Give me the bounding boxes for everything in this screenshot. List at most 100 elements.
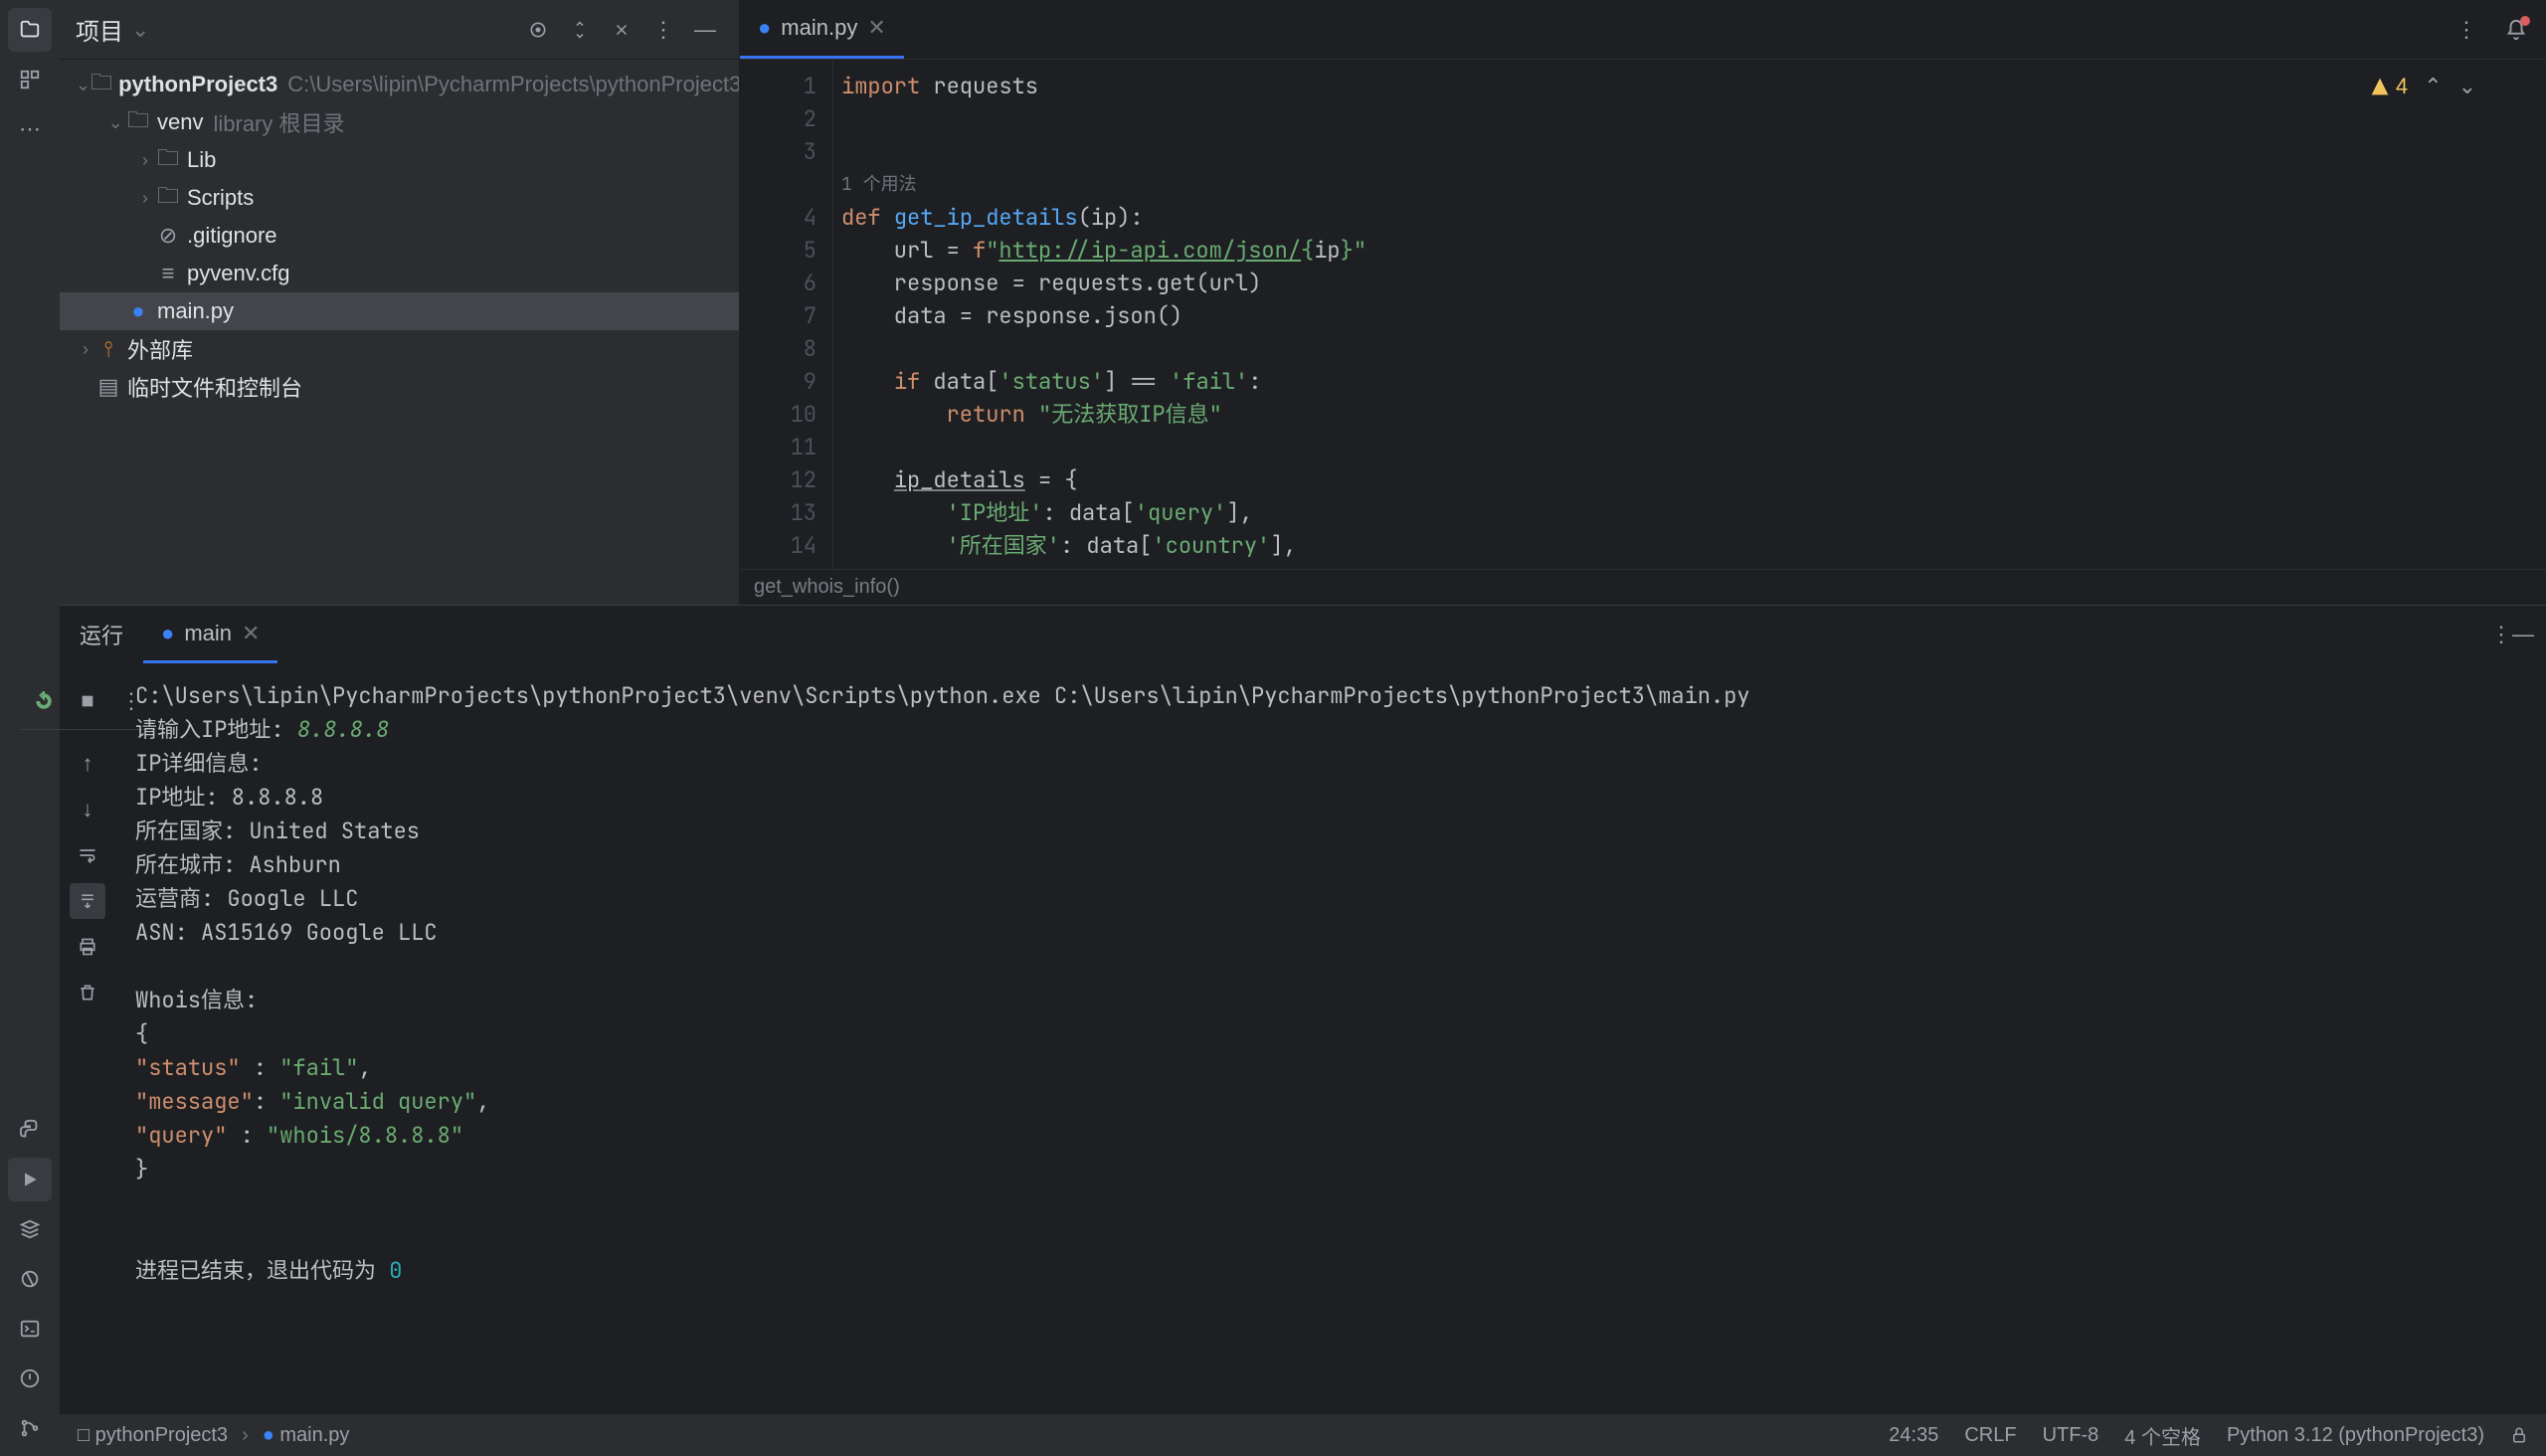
project-panel-header: 项目 ⌄ ⋮ — bbox=[60, 0, 739, 60]
editor-tab-label: main.py bbox=[781, 15, 857, 41]
editor-tabs: ● main.py ✕ ⋮ bbox=[740, 0, 2546, 60]
status-position[interactable]: 24:35 bbox=[1889, 1424, 1938, 1447]
expand-all-icon[interactable] bbox=[562, 12, 598, 48]
chevron-down-icon[interactable]: ⌄ bbox=[131, 17, 149, 43]
status-file[interactable]: ● main.py bbox=[263, 1424, 350, 1447]
nav-down-icon[interactable]: ⌄ bbox=[2458, 74, 2476, 99]
lock-icon[interactable] bbox=[2510, 1426, 2528, 1444]
up-icon[interactable]: ↑ bbox=[70, 746, 105, 782]
editor-more-icon[interactable]: ⋮ bbox=[2449, 12, 2484, 48]
soft-wrap-icon[interactable] bbox=[70, 837, 105, 873]
tree-root-path: C:\Users\lipin\PycharmProjects\pythonPro… bbox=[287, 72, 739, 97]
file-icon: ⊘ bbox=[155, 223, 181, 249]
status-eol[interactable]: CRLF bbox=[1964, 1424, 2016, 1447]
console-line: 运营商: Google LLC bbox=[135, 882, 2526, 916]
run-toolbar: ⋮ ↑ ↓ bbox=[60, 663, 115, 1414]
tree-mainpy[interactable]: ● main.py bbox=[60, 292, 739, 330]
run-tab-label: main bbox=[184, 621, 232, 646]
notifications-icon[interactable] bbox=[2498, 12, 2534, 48]
tree-external[interactable]: › ⫯ 外部库 bbox=[60, 330, 739, 368]
scroll-to-end-icon[interactable] bbox=[70, 883, 105, 919]
debug-button[interactable] bbox=[8, 1257, 52, 1301]
run-panel-tabs: 运行 ● main ✕ ⋮ — bbox=[60, 606, 2546, 663]
editor-breadcrumb[interactable]: get_whois_info() bbox=[740, 569, 2546, 605]
tree-gitignore[interactable]: ⊘ .gitignore bbox=[60, 217, 739, 255]
more-tool-button[interactable]: ⋯ bbox=[8, 107, 52, 151]
status-indent[interactable]: 4 个空格 bbox=[2124, 1421, 2201, 1450]
console-line: 进程已结束，退出代码为 0 bbox=[135, 1254, 2526, 1288]
problems-button[interactable] bbox=[8, 1357, 52, 1400]
file-icon: ≡ bbox=[155, 261, 181, 286]
vcs-button[interactable] bbox=[8, 1406, 52, 1450]
warning-icon: 4 bbox=[2370, 74, 2408, 99]
editor-gutter: 123 4567 891011 121314 bbox=[740, 60, 833, 569]
tree-root-label: pythonProject3 bbox=[118, 72, 277, 97]
status-project[interactable]: □ pythonProject3 bbox=[78, 1424, 228, 1447]
console-line: Whois信息: bbox=[135, 984, 2526, 1017]
tree-item-label: Lib bbox=[187, 147, 216, 173]
console-line: IP地址: 8.8.8.8 bbox=[135, 781, 2526, 815]
run-panel-title: 运行 bbox=[60, 619, 143, 650]
console-output[interactable]: C:\Users\lipin\PycharmProjects\pythonPro… bbox=[115, 663, 2546, 1414]
scratch-icon: ▤ bbox=[95, 374, 121, 400]
tree-root[interactable]: ⌄ 🗀 pythonProject3 C:\Users\lipin\Pychar… bbox=[60, 66, 739, 103]
code-area[interactable]: import requests 1 个用法 def get_ip_details… bbox=[833, 60, 2546, 569]
down-icon[interactable]: ↓ bbox=[70, 792, 105, 827]
inspection-badge[interactable]: 4 ⌃ ⌄ bbox=[2370, 74, 2476, 99]
terminal-button[interactable] bbox=[8, 1307, 52, 1351]
console-line: } bbox=[135, 1153, 2526, 1186]
project-panel: 项目 ⌄ ⋮ — ⌄ bbox=[60, 0, 740, 605]
folder-icon: 🗀 bbox=[125, 103, 151, 141]
console-line: C:\Users\lipin\PycharmProjects\pythonPro… bbox=[135, 679, 2526, 713]
nav-up-icon[interactable]: ⌃ bbox=[2424, 74, 2442, 99]
python-file-icon: ● bbox=[758, 15, 771, 41]
library-icon: ⫯ bbox=[95, 336, 121, 362]
tree-lib[interactable]: › 🗀 Lib bbox=[60, 141, 739, 179]
status-interpreter[interactable]: Python 3.12 (pythonProject3) bbox=[2227, 1424, 2484, 1447]
console-line: "query" : "whois/8.8.8.8" bbox=[135, 1119, 2526, 1153]
structure-tool-button[interactable] bbox=[8, 58, 52, 101]
run-panel-minimize-icon[interactable]: — bbox=[2512, 622, 2534, 647]
console-line: 所在国家: United States bbox=[135, 815, 2526, 848]
editor-tab-main[interactable]: ● main.py ✕ bbox=[740, 0, 904, 59]
run-tool-button[interactable] bbox=[8, 1158, 52, 1201]
minimize-panel-icon[interactable]: — bbox=[687, 12, 723, 48]
python-console-button[interactable] bbox=[8, 1108, 52, 1152]
tree-item-hint: library 根目录 bbox=[213, 106, 344, 138]
services-button[interactable] bbox=[8, 1207, 52, 1251]
status-encoding[interactable]: UTF-8 bbox=[2043, 1424, 2099, 1447]
console-line: 所在城市: Ashburn bbox=[135, 848, 2526, 882]
status-bar: □ pythonProject3 › ● main.py 24:35 CRLF … bbox=[60, 1414, 2546, 1456]
delete-icon[interactable] bbox=[70, 975, 105, 1010]
usage-hint: 1 个用法 bbox=[841, 168, 2546, 201]
tree-pyvenv[interactable]: ≡ pyvenv.cfg bbox=[60, 255, 739, 292]
editor-area: ● main.py ✕ ⋮ 123 bbox=[740, 0, 2546, 605]
tree-scratch[interactable]: ▤ 临时文件和控制台 bbox=[60, 368, 739, 406]
folder-icon: 🗀 bbox=[155, 179, 181, 217]
project-panel-title: 项目 bbox=[76, 12, 123, 47]
folder-icon: 🗀 bbox=[91, 66, 112, 103]
project-tree[interactable]: ⌄ 🗀 pythonProject3 C:\Users\lipin\Pychar… bbox=[60, 60, 739, 605]
editor-body[interactable]: 123 4567 891011 121314 import requests 1… bbox=[740, 60, 2546, 569]
python-file-icon: ● bbox=[125, 298, 151, 324]
run-tab-main[interactable]: ● main ✕ bbox=[143, 606, 277, 663]
tree-venv[interactable]: ⌄ 🗀 venv library 根目录 bbox=[60, 103, 739, 141]
run-panel-options-icon[interactable]: ⋮ bbox=[2490, 622, 2512, 647]
collapse-all-icon[interactable] bbox=[604, 12, 639, 48]
close-tab-icon[interactable]: ✕ bbox=[242, 621, 260, 646]
console-line: "message": "invalid query", bbox=[135, 1085, 2526, 1119]
python-file-icon: ● bbox=[161, 621, 174, 646]
locate-icon[interactable] bbox=[520, 12, 556, 48]
tree-item-label: .gitignore bbox=[187, 223, 277, 249]
tree-scripts[interactable]: › 🗀 Scripts bbox=[60, 179, 739, 217]
console-line: ASN: AS15169 Google LLC bbox=[135, 916, 2526, 950]
rerun-button[interactable] bbox=[26, 683, 62, 719]
run-panel: 运行 ● main ✕ ⋮ — ⋮ ↑ ↓ bbox=[60, 605, 2546, 1414]
close-tab-icon[interactable]: ✕ bbox=[867, 15, 885, 41]
print-icon[interactable] bbox=[70, 929, 105, 965]
console-line: 请输入IP地址: 8.8.8.8 bbox=[135, 713, 2526, 747]
panel-options-icon[interactable]: ⋮ bbox=[645, 12, 681, 48]
console-line: "status" : "fail", bbox=[135, 1051, 2526, 1085]
stop-button[interactable] bbox=[70, 683, 105, 719]
project-tool-button[interactable] bbox=[8, 8, 52, 52]
